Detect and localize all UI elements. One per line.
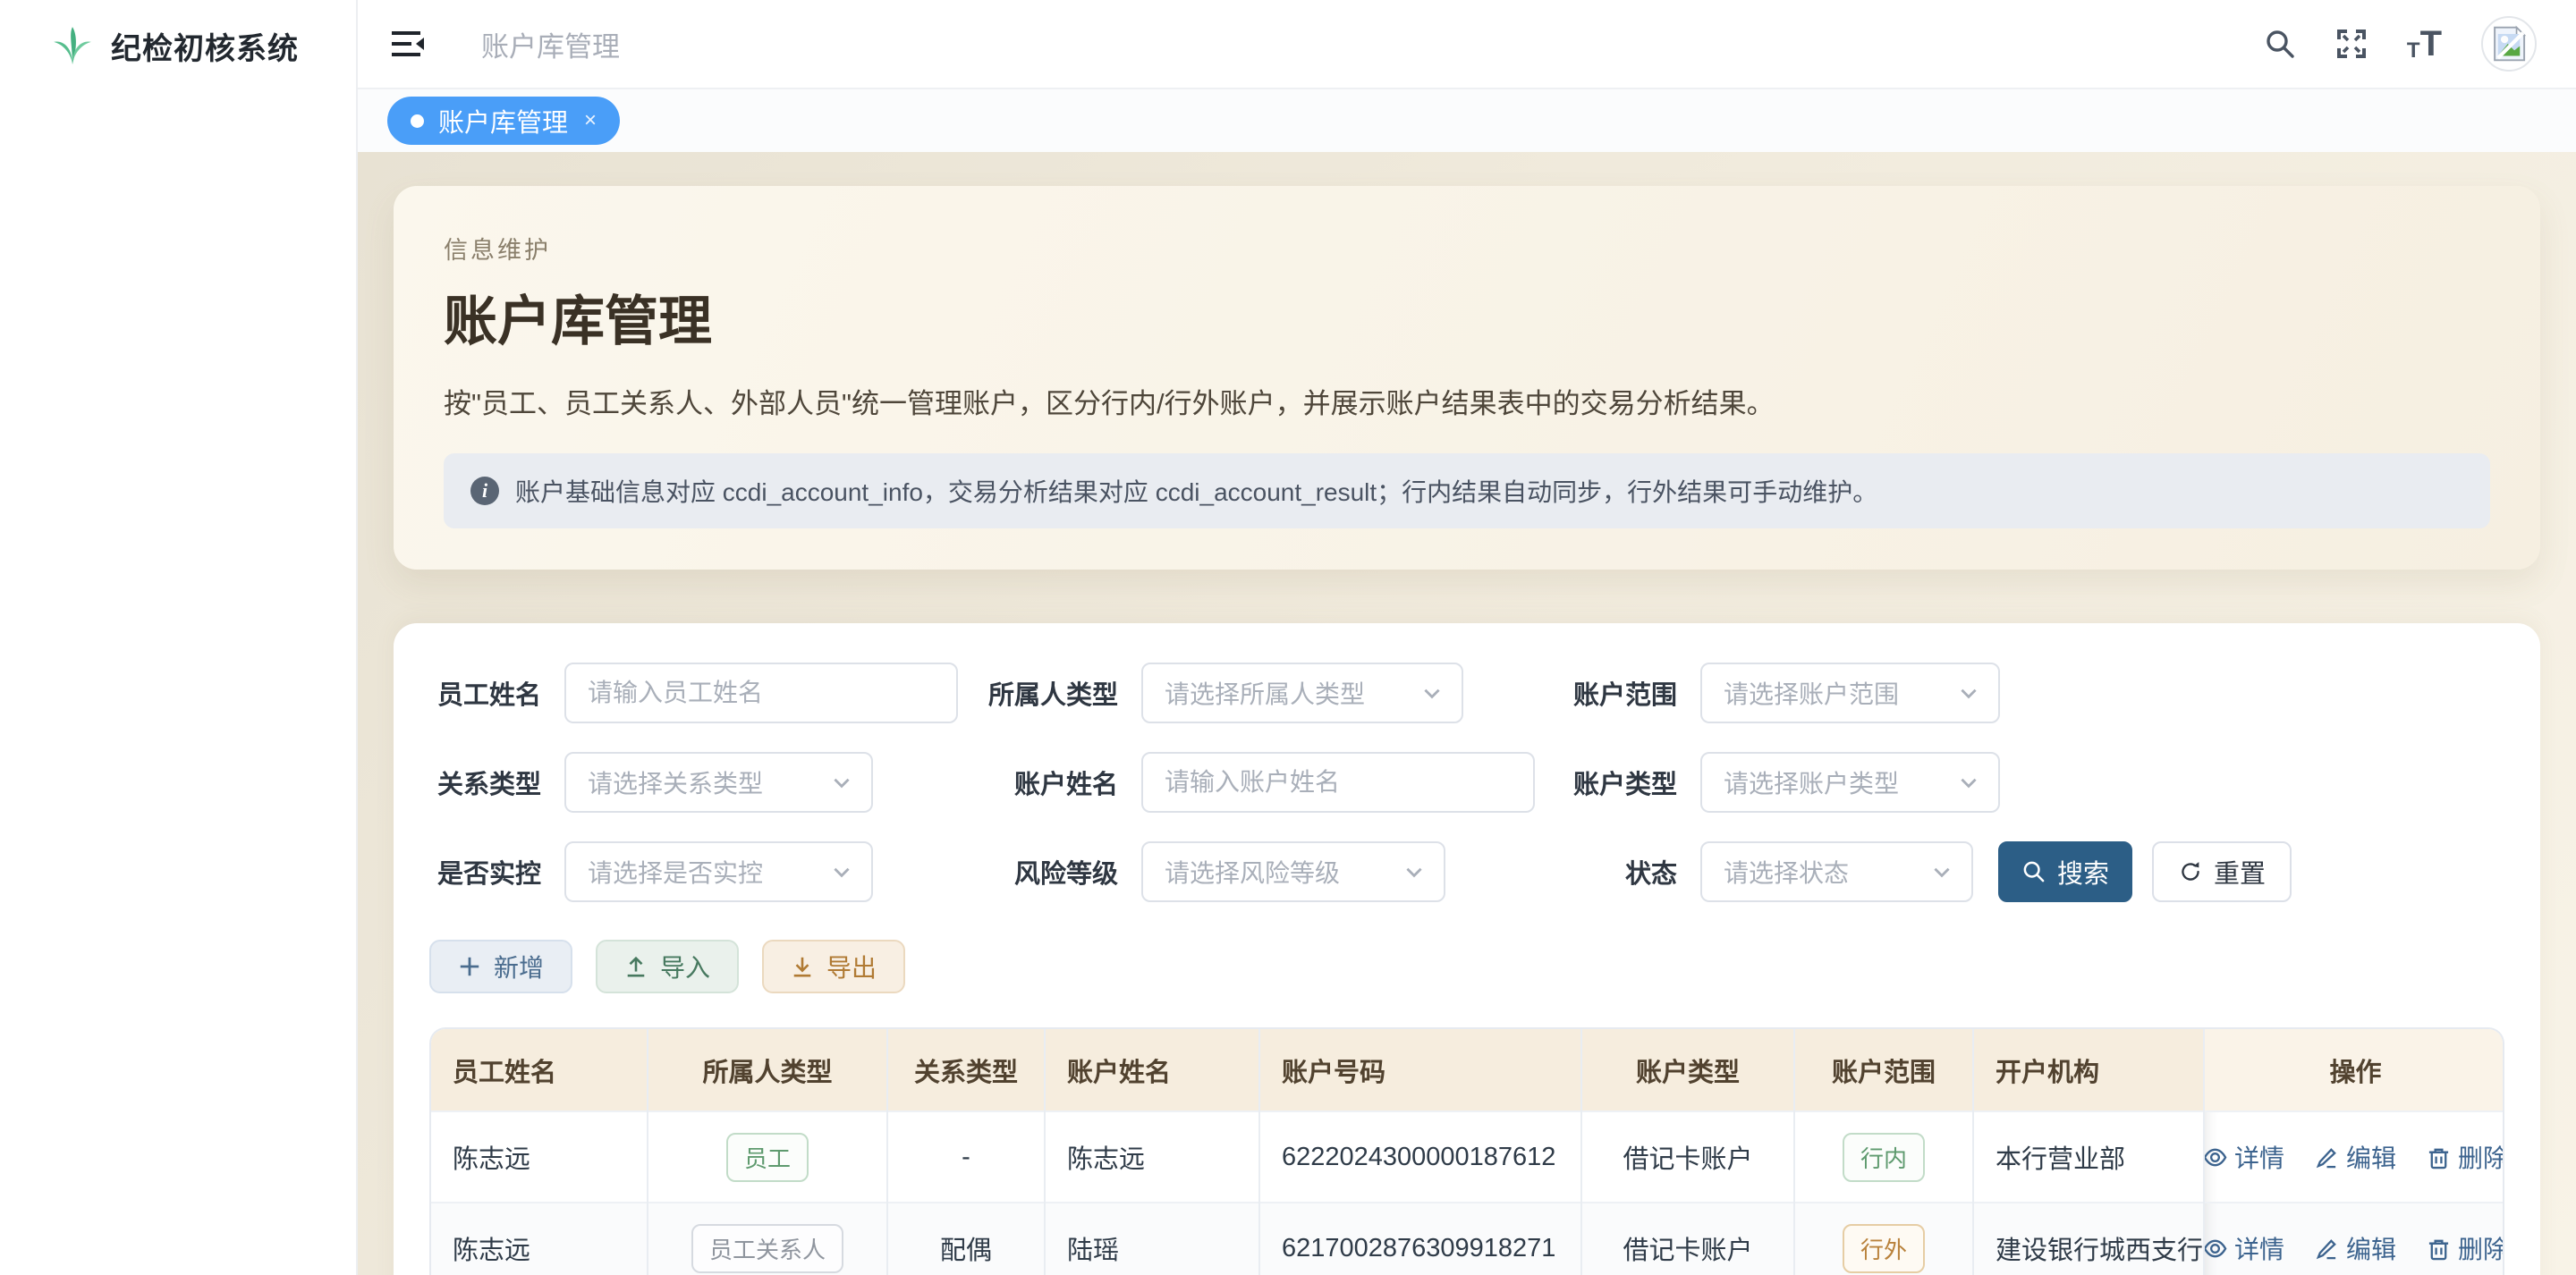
- reset-button[interactable]: 重置: [2152, 841, 2292, 902]
- employee-name-input[interactable]: [564, 663, 958, 723]
- plant-logo-icon: [50, 23, 95, 68]
- col-employee-name: 员工姓名: [431, 1029, 648, 1111]
- sidebar: 纪检初核系统: [0, 0, 358, 1275]
- info-banner-text: 账户基础信息对应 ccdi_account_info，交易分析结果对应 ccdi…: [515, 473, 1877, 509]
- status-select[interactable]: 请选择状态: [1700, 841, 1973, 902]
- col-account-scope: 账户范围: [1794, 1029, 1973, 1111]
- owner-type-tag: 员工关系人: [691, 1224, 843, 1273]
- add-button[interactable]: 新增: [429, 940, 572, 993]
- risk-level-select[interactable]: 请选择风险等级: [1141, 841, 1445, 902]
- tab-bar: 账户库管理 ×: [358, 89, 2576, 152]
- trash-icon: [2427, 1145, 2451, 1169]
- eye-icon: [2204, 1145, 2227, 1169]
- relation-type-select[interactable]: 请选择关系类型: [564, 752, 873, 813]
- breadcrumb: 账户库管理: [481, 24, 620, 64]
- chevron-down-icon: [1402, 860, 1426, 883]
- filter-row-1: 员工姓名 所属人类型 请选择所属人类型 账户范围 请选择账户范围: [429, 663, 2504, 723]
- info-banner: i 账户基础信息对应 ccdi_account_info，交易分析结果对应 cc…: [444, 453, 2490, 528]
- sidebar-collapse-button[interactable]: [390, 28, 426, 60]
- topbar-actions: TT: [2264, 16, 2537, 72]
- chevron-down-icon: [830, 771, 853, 794]
- eye-icon: [2204, 1237, 2227, 1261]
- filter-label-account-scope: 账户范围: [1570, 674, 1677, 712]
- owner-type-select[interactable]: 请选择所属人类型: [1141, 663, 1463, 723]
- table-row: 陈志远 员工 - 陈志远 6222024300000187612 借记卡账户 行…: [431, 1111, 2504, 1203]
- filter-label-owner-type: 所属人类型: [984, 674, 1118, 712]
- chevron-down-icon: [1930, 860, 1953, 883]
- page-content: 信息维护 账户库管理 按"员工、员工关系人、外部人员"统一管理账户，区分行内/行…: [358, 152, 2576, 1275]
- owner-type-tag: 员工: [726, 1133, 809, 1182]
- filter-row-2: 关系类型 请选择关系类型 账户姓名 账户类型 请选择账户类型: [429, 752, 2504, 813]
- page-description: 按"员工、员工关系人、外部人员"统一管理账户，区分行内/行外账户，并展示账户结果…: [444, 381, 2490, 421]
- actual-control-select[interactable]: 请选择是否实控: [564, 841, 873, 902]
- tab-label: 账户库管理: [438, 102, 568, 139]
- search-button[interactable]: 搜索: [1998, 841, 2132, 902]
- edit-link[interactable]: 编辑: [2315, 1139, 2396, 1175]
- col-owner-type: 所属人类型: [648, 1029, 887, 1111]
- col-account-number: 账户号码: [1259, 1029, 1581, 1111]
- detail-link[interactable]: 详情: [2204, 1139, 2284, 1175]
- topbar: 账户库管理 TT: [358, 0, 2576, 89]
- filter-label-account-name: 账户姓名: [984, 764, 1118, 801]
- export-button[interactable]: 导出: [762, 940, 905, 993]
- pencil-icon: [2315, 1145, 2339, 1169]
- font-size-icon[interactable]: TT: [2407, 26, 2442, 62]
- page-title: 账户库管理: [444, 278, 2490, 356]
- chevron-down-icon: [1420, 681, 1444, 705]
- filter-row-3: 是否实控 请选择是否实控 风险等级 请选择风险等级: [429, 841, 2504, 902]
- table-header-row: 员工姓名 所属人类型 关系类型 账户姓名 账户号码 账户类型 账户范围 开户机构…: [431, 1029, 2504, 1111]
- chevron-down-icon: [1957, 771, 1980, 794]
- col-account-name: 账户姓名: [1045, 1029, 1259, 1111]
- chevron-down-icon: [1957, 681, 1980, 705]
- avatar[interactable]: [2481, 16, 2537, 72]
- account-name-input[interactable]: [1141, 752, 1535, 813]
- delete-link[interactable]: 删除: [2427, 1139, 2504, 1175]
- download-icon: [791, 955, 814, 978]
- filter-label-relation-type: 关系类型: [429, 764, 541, 801]
- filter-label-employee-name: 员工姓名: [429, 674, 541, 712]
- hero-eyebrow: 信息维护: [444, 231, 2490, 266]
- fullscreen-icon[interactable]: [2335, 28, 2368, 60]
- scope-tag: 行内: [1843, 1133, 1925, 1182]
- upload-icon: [624, 955, 648, 978]
- col-relation-type: 关系类型: [887, 1029, 1045, 1111]
- filter-label-actual-control: 是否实控: [429, 853, 541, 891]
- accounts-table: 员工姓名 所属人类型 关系类型 账户姓名 账户号码 账户类型 账户范围 开户机构…: [429, 1027, 2504, 1275]
- info-icon: i: [470, 477, 499, 505]
- col-bank: 开户机构: [1973, 1029, 2204, 1111]
- edit-link[interactable]: 编辑: [2315, 1230, 2396, 1266]
- scope-tag: 行外: [1843, 1224, 1925, 1273]
- filter-label-account-type: 账户类型: [1570, 764, 1677, 801]
- fold-icon: [390, 28, 426, 60]
- refresh-icon: [2178, 859, 2203, 884]
- pencil-icon: [2315, 1237, 2339, 1261]
- filter-label-risk-level: 风险等级: [984, 853, 1118, 891]
- delete-link[interactable]: 删除: [2427, 1230, 2504, 1266]
- tab-account-library[interactable]: 账户库管理 ×: [387, 97, 620, 145]
- app-title: 纪检初核系统: [111, 24, 299, 68]
- trash-icon: [2427, 1237, 2451, 1261]
- filter-panel: 员工姓名 所属人类型 请选择所属人类型 账户范围 请选择账户范围: [394, 623, 2540, 1275]
- search-icon[interactable]: [2264, 28, 2296, 60]
- account-type-select[interactable]: 请选择账户类型: [1700, 752, 2000, 813]
- breadcrumb-item: 账户库管理: [481, 31, 620, 63]
- col-account-type: 账户类型: [1581, 1029, 1794, 1111]
- account-scope-select[interactable]: 请选择账户范围: [1700, 663, 2000, 723]
- import-button[interactable]: 导入: [596, 940, 739, 993]
- chevron-down-icon: [830, 860, 853, 883]
- tab-close-icon[interactable]: ×: [584, 108, 597, 133]
- table-row: 陈志远 员工关系人 配偶 陆瑶 6217002876309918271 借记卡账…: [431, 1203, 2504, 1275]
- app-logo: 纪检初核系统: [0, 0, 356, 68]
- broken-image-icon: [2489, 24, 2529, 63]
- plus-icon: [458, 955, 481, 978]
- search-icon: [2021, 859, 2046, 884]
- tab-active-dot: [411, 114, 424, 128]
- table-actions: 新增 导入 导出: [429, 940, 2504, 993]
- app-root: 纪检初核系统 账户库管理: [0, 0, 2576, 1275]
- detail-link[interactable]: 详情: [2204, 1230, 2284, 1266]
- hero-card: 信息维护 账户库管理 按"员工、员工关系人、外部人员"统一管理账户，区分行内/行…: [394, 186, 2540, 570]
- filter-label-status: 状态: [1570, 853, 1677, 891]
- col-operations: 操作: [2204, 1029, 2504, 1111]
